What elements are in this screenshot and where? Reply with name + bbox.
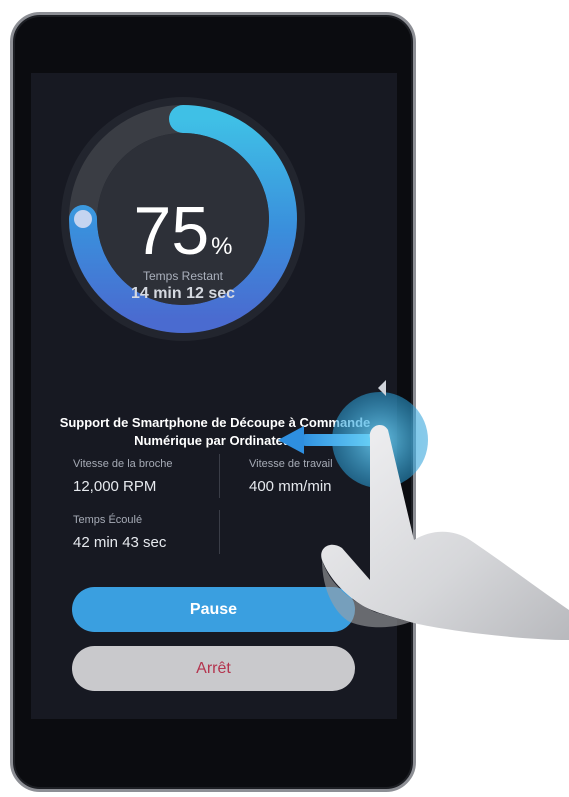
job-title-line1: Support de Smartphone de Découpe à Comma… xyxy=(59,415,371,430)
feed-rate-label: Vitesse de travail xyxy=(249,458,333,470)
spindle-speed-value: 12,000 RPM xyxy=(73,478,157,495)
stat-divider xyxy=(219,454,220,498)
progress-ring: 75% Temps Restant 14 min 12 sec xyxy=(61,97,305,341)
stat-spindle-speed: Vitesse de la broche 12,000 RPM xyxy=(73,458,172,495)
stage: 75% Temps Restant 14 min 12 sec Support … xyxy=(0,0,569,797)
pause-button[interactable]: Pause xyxy=(72,587,355,632)
percent-number: 75 xyxy=(133,193,210,269)
feed-rate-value: 400 mm/min xyxy=(249,478,332,495)
elapsed-time-label: Temps Écoulé xyxy=(73,514,143,526)
progress-center: 75% Temps Restant 14 min 12 sec xyxy=(61,97,305,341)
job-title: Support de Smartphone de Découpe à Comma… xyxy=(45,414,385,450)
remaining-value: 14 min 12 sec xyxy=(130,285,236,302)
stat-elapsed-time: Temps Écoulé 42 min 43 sec xyxy=(73,514,166,551)
job-title-line2: Numérique par Ordinateur xyxy=(134,433,296,448)
remaining-label: Temps Restant xyxy=(142,269,224,283)
spindle-speed-label: Vitesse de la broche xyxy=(73,458,173,470)
stat-feed-rate: Vitesse de travail 400 mm/min xyxy=(249,458,333,495)
stop-button[interactable]: Arrêt xyxy=(72,646,355,691)
percent-sign: % xyxy=(211,233,233,260)
elapsed-time-value: 42 min 43 sec xyxy=(73,534,167,551)
stat-divider xyxy=(219,510,220,554)
